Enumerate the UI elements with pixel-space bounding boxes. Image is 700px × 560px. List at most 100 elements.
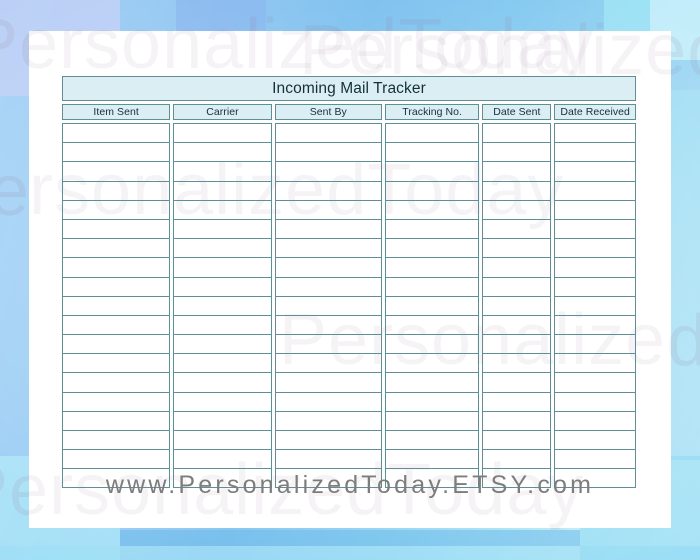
table-cell[interactable] <box>173 276 272 296</box>
table-cell[interactable] <box>482 430 552 450</box>
table-cell[interactable] <box>384 257 480 277</box>
table-cell[interactable] <box>482 238 552 258</box>
table-cell[interactable] <box>173 391 272 411</box>
table-cell[interactable] <box>274 199 382 219</box>
table-cell[interactable] <box>62 314 171 335</box>
table-cell[interactable] <box>482 180 552 200</box>
table-cell[interactable] <box>62 449 171 469</box>
table-cell[interactable] <box>173 334 272 354</box>
table-cell[interactable] <box>482 123 552 143</box>
table-cell[interactable] <box>173 161 272 181</box>
table-cell[interactable] <box>274 142 382 162</box>
table-cell[interactable] <box>62 180 171 200</box>
table-cell[interactable] <box>173 123 272 143</box>
table-cell[interactable] <box>554 353 636 373</box>
table-cell[interactable] <box>384 353 480 373</box>
table-cell[interactable] <box>274 161 382 181</box>
table-cell[interactable] <box>554 430 636 450</box>
table-cell[interactable] <box>173 295 272 315</box>
table-cell[interactable] <box>173 238 272 258</box>
table-cell[interactable] <box>274 180 382 200</box>
table-cell[interactable] <box>173 257 272 277</box>
table-cell[interactable] <box>482 199 552 219</box>
table-cell[interactable] <box>62 142 171 162</box>
table-cell[interactable] <box>274 123 382 143</box>
table-cell[interactable] <box>384 218 480 239</box>
table-cell[interactable] <box>554 314 636 335</box>
table-cell[interactable] <box>274 372 382 392</box>
table-cell[interactable] <box>384 372 480 392</box>
table-cell[interactable] <box>274 295 382 315</box>
table-cell[interactable] <box>482 142 552 162</box>
table-cell[interactable] <box>384 410 480 430</box>
table-cell[interactable] <box>274 238 382 258</box>
table-cell[interactable] <box>482 334 552 354</box>
table-cell[interactable] <box>554 276 636 296</box>
table-cell[interactable] <box>274 353 382 373</box>
table-cell[interactable] <box>384 276 480 296</box>
table-cell[interactable] <box>482 410 552 430</box>
table-cell[interactable] <box>384 161 480 181</box>
table-cell[interactable] <box>554 257 636 277</box>
table-cell[interactable] <box>62 295 171 315</box>
table-cell[interactable] <box>554 142 636 162</box>
table-cell[interactable] <box>482 314 552 335</box>
table-cell[interactable] <box>274 314 382 335</box>
table-cell[interactable] <box>384 391 480 411</box>
table-cell[interactable] <box>384 334 480 354</box>
table-cell[interactable] <box>384 314 480 335</box>
table-cell[interactable] <box>62 334 171 354</box>
table-cell[interactable] <box>62 218 171 239</box>
table-cell[interactable] <box>173 430 272 450</box>
table-cell[interactable] <box>554 161 636 181</box>
table-cell[interactable] <box>274 257 382 277</box>
table-cell[interactable] <box>384 449 480 469</box>
table-cell[interactable] <box>173 410 272 430</box>
table-cell[interactable] <box>173 314 272 335</box>
table-cell[interactable] <box>274 334 382 354</box>
table-cell[interactable] <box>173 142 272 162</box>
table-cell[interactable] <box>554 180 636 200</box>
table-cell[interactable] <box>554 410 636 430</box>
table-cell[interactable] <box>274 449 382 469</box>
table-cell[interactable] <box>62 410 171 430</box>
table-cell[interactable] <box>482 161 552 181</box>
table-cell[interactable] <box>384 142 480 162</box>
table-cell[interactable] <box>62 372 171 392</box>
table-cell[interactable] <box>482 391 552 411</box>
table-cell[interactable] <box>554 391 636 411</box>
table-cell[interactable] <box>554 238 636 258</box>
table-cell[interactable] <box>482 276 552 296</box>
table-cell[interactable] <box>173 180 272 200</box>
table-cell[interactable] <box>554 295 636 315</box>
table-cell[interactable] <box>173 199 272 219</box>
table-cell[interactable] <box>173 372 272 392</box>
table-cell[interactable] <box>554 218 636 239</box>
table-cell[interactable] <box>482 218 552 239</box>
table-cell[interactable] <box>274 276 382 296</box>
table-cell[interactable] <box>62 238 171 258</box>
table-cell[interactable] <box>173 353 272 373</box>
table-cell[interactable] <box>384 123 480 143</box>
table-cell[interactable] <box>274 410 382 430</box>
table-cell[interactable] <box>274 391 382 411</box>
table-cell[interactable] <box>554 199 636 219</box>
table-cell[interactable] <box>62 276 171 296</box>
table-cell[interactable] <box>482 257 552 277</box>
table-cell[interactable] <box>384 199 480 219</box>
table-cell[interactable] <box>554 372 636 392</box>
table-cell[interactable] <box>482 295 552 315</box>
table-cell[interactable] <box>482 353 552 373</box>
table-cell[interactable] <box>384 238 480 258</box>
table-cell[interactable] <box>554 334 636 354</box>
table-cell[interactable] <box>62 161 171 181</box>
table-cell[interactable] <box>554 449 636 469</box>
table-cell[interactable] <box>62 123 171 143</box>
table-cell[interactable] <box>62 199 171 219</box>
table-cell[interactable] <box>173 218 272 239</box>
table-cell[interactable] <box>62 391 171 411</box>
table-cell[interactable] <box>62 257 171 277</box>
table-cell[interactable] <box>384 180 480 200</box>
table-cell[interactable] <box>482 449 552 469</box>
table-cell[interactable] <box>482 372 552 392</box>
